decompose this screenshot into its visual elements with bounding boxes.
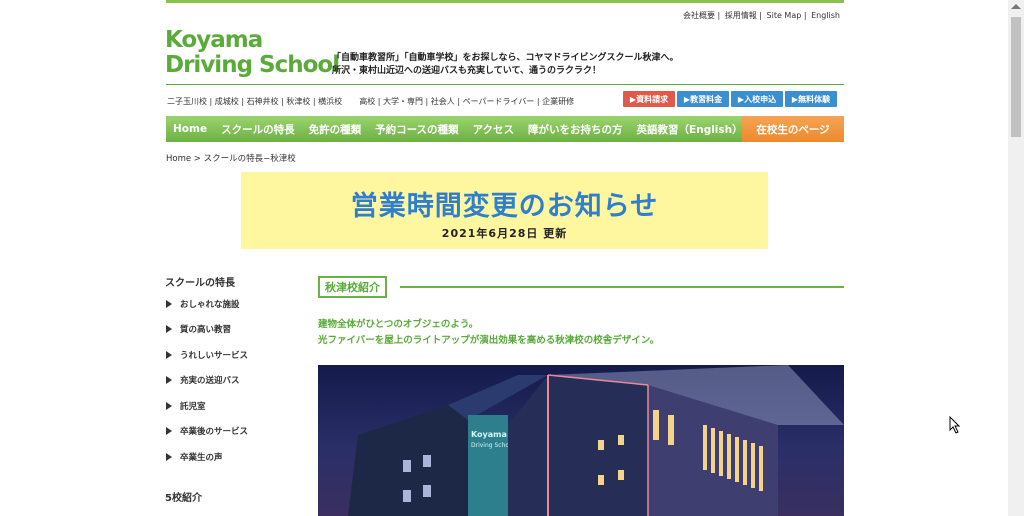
sidebar-item[interactable]: 質の高い教習 [166, 323, 231, 335]
nav-home[interactable]: Home [166, 123, 214, 135]
branch-link[interactable]: 二子玉川校 [167, 97, 207, 106]
logo-line2: Driving School [165, 52, 340, 78]
branch-links: 二子玉川校 | 成城校 | 石神井校 | 秋津校 | 横浜校 高校 | 大学・専… [167, 97, 575, 106]
main-nav: Home スクールの特長 免許の種類 予約コースの種類 アクセス 障がいをお持ち… [166, 116, 844, 142]
site-logo[interactable]: Koyama Driving School [165, 27, 340, 78]
enroll-button[interactable]: ▶入校申込 [731, 91, 783, 107]
page: 会社概要 | 採用情報 | Site Map | English Koyama … [0, 0, 1008, 516]
notice-banner[interactable]: 営業時間変更のお知らせ 2021年6月28日 更新 [241, 172, 768, 249]
building-sign-line1: Koyama [471, 430, 507, 439]
sidebar-item-label: 充実の送迎バス [180, 376, 240, 386]
sidebar-item[interactable]: 卒業生の声 [166, 451, 223, 463]
sidebar-heading-schools: 5校紹介 [165, 493, 202, 504]
tagline-line2: 所沢・東村山近辺への送迎バスも充実していて、通うのラクラク！ [332, 66, 602, 76]
branch-link[interactable]: 横浜校 [318, 97, 342, 106]
sidebar-item[interactable]: おしゃれな施設 [166, 298, 240, 310]
sidebar-item-label: 卒業生の声 [180, 453, 223, 463]
intro-line1: 建物全体がひとつのオブジェのよう。 [318, 319, 479, 330]
category-link[interactable]: 高校 [359, 97, 375, 106]
utility-link-company[interactable]: 会社概要 [683, 11, 715, 20]
quick-buttons: ▶資料請求 ▶教習料金 ▶入校申込 ▶無料体験 [623, 91, 837, 107]
sidebar-item-label: おしゃれな施設 [180, 300, 240, 310]
notice-updated: 2021年6月28日 更新 [441, 227, 568, 240]
scrollbar-thumb[interactable] [1011, 17, 1021, 137]
branch-link[interactable]: 秋津校 [286, 97, 310, 106]
utility-links: 会社概要 | 採用情報 | Site Map | English [682, 11, 840, 20]
sidebar-item[interactable]: うれしいサービス [166, 349, 248, 361]
sidebar-heading-features: スクールの特長 [165, 278, 235, 289]
sidebar-item[interactable]: 託児室 [166, 400, 206, 412]
nav-access[interactable]: アクセス [466, 122, 521, 137]
section-intro: 建物全体がひとつのオブジェのよう。 光ファイバーを屋上のライトアップが演出効果を… [318, 317, 659, 349]
nav-course-types[interactable]: 予約コースの種類 [368, 122, 465, 137]
category-link[interactable]: 社会人 [431, 97, 455, 106]
mouse-cursor-icon [949, 416, 961, 434]
branch-link[interactable]: 石神井校 [247, 97, 279, 106]
nav-current-students[interactable]: 在校生のページ [742, 116, 844, 142]
section-heading-line [400, 286, 844, 288]
header-divider [166, 84, 844, 85]
intro-line2: 光ファイバーを屋上のライトアップが演出効果を高める秋津校の校舎デザイン。 [318, 335, 660, 346]
free-trial-button[interactable]: ▶無料体験 [785, 91, 837, 107]
nav-accessibility[interactable]: 障がいをお持ちの方 [521, 122, 630, 137]
sidebar-item[interactable]: 充実の送迎バス [166, 374, 240, 386]
category-link[interactable]: ペーパードライバー [463, 97, 535, 106]
sidebar-item-label: 質の高い教習 [180, 325, 232, 335]
triangle-icon [166, 376, 172, 384]
breadcrumb: Home > スクールの特長−秋津校 [166, 154, 296, 164]
triangle-icon [166, 351, 172, 359]
category-link[interactable]: 大学・専門 [383, 97, 423, 106]
nav-features[interactable]: スクールの特長 [214, 122, 302, 137]
request-brochure-button[interactable]: ▶資料請求 [623, 91, 675, 107]
section-heading: 秋津校紹介 [318, 276, 387, 298]
utility-link-sitemap[interactable]: Site Map [767, 11, 802, 20]
tagline: 「自動車教習所」「自動車学校」をお探しなら、コヤマドライビングスクール秋津へ。 … [332, 52, 679, 78]
notice-title: 営業時間変更のお知らせ [350, 191, 659, 222]
utility-link-english[interactable]: English [811, 11, 840, 20]
sidebar-item-label: うれしいサービス [180, 351, 249, 361]
utility-link-recruit[interactable]: 採用情報 [725, 11, 757, 20]
scroll-up-arrow-icon[interactable] [1011, 4, 1021, 9]
sidebar-item-label: 託児室 [180, 402, 206, 412]
branch-link[interactable]: 成城校 [215, 97, 239, 106]
triangle-icon [166, 402, 172, 410]
fees-button[interactable]: ▶教習料金 [677, 91, 729, 107]
sidebar-item-label: 卒業後のサービス [180, 427, 249, 437]
sidebar-item[interactable]: 卒業後のサービス [166, 425, 248, 437]
nav-license-types[interactable]: 免許の種類 [302, 122, 369, 137]
triangle-icon [166, 427, 172, 435]
logo-line1: Koyama [165, 27, 263, 53]
triangle-icon [166, 325, 172, 333]
triangle-icon [166, 300, 172, 308]
tagline-line1: 「自動車教習所」「自動車学校」をお探しなら、コヤマドライビングスクール秋津へ。 [332, 53, 679, 63]
building-illustration: Koyama Driving School [348, 365, 844, 516]
category-link[interactable]: 企業研修 [542, 97, 574, 106]
top-accent-line [166, 0, 844, 3]
school-building-photo: Koyama Driving School [318, 365, 844, 516]
triangle-icon [166, 453, 172, 461]
nav-english[interactable]: 英語教習（English） [630, 122, 750, 137]
